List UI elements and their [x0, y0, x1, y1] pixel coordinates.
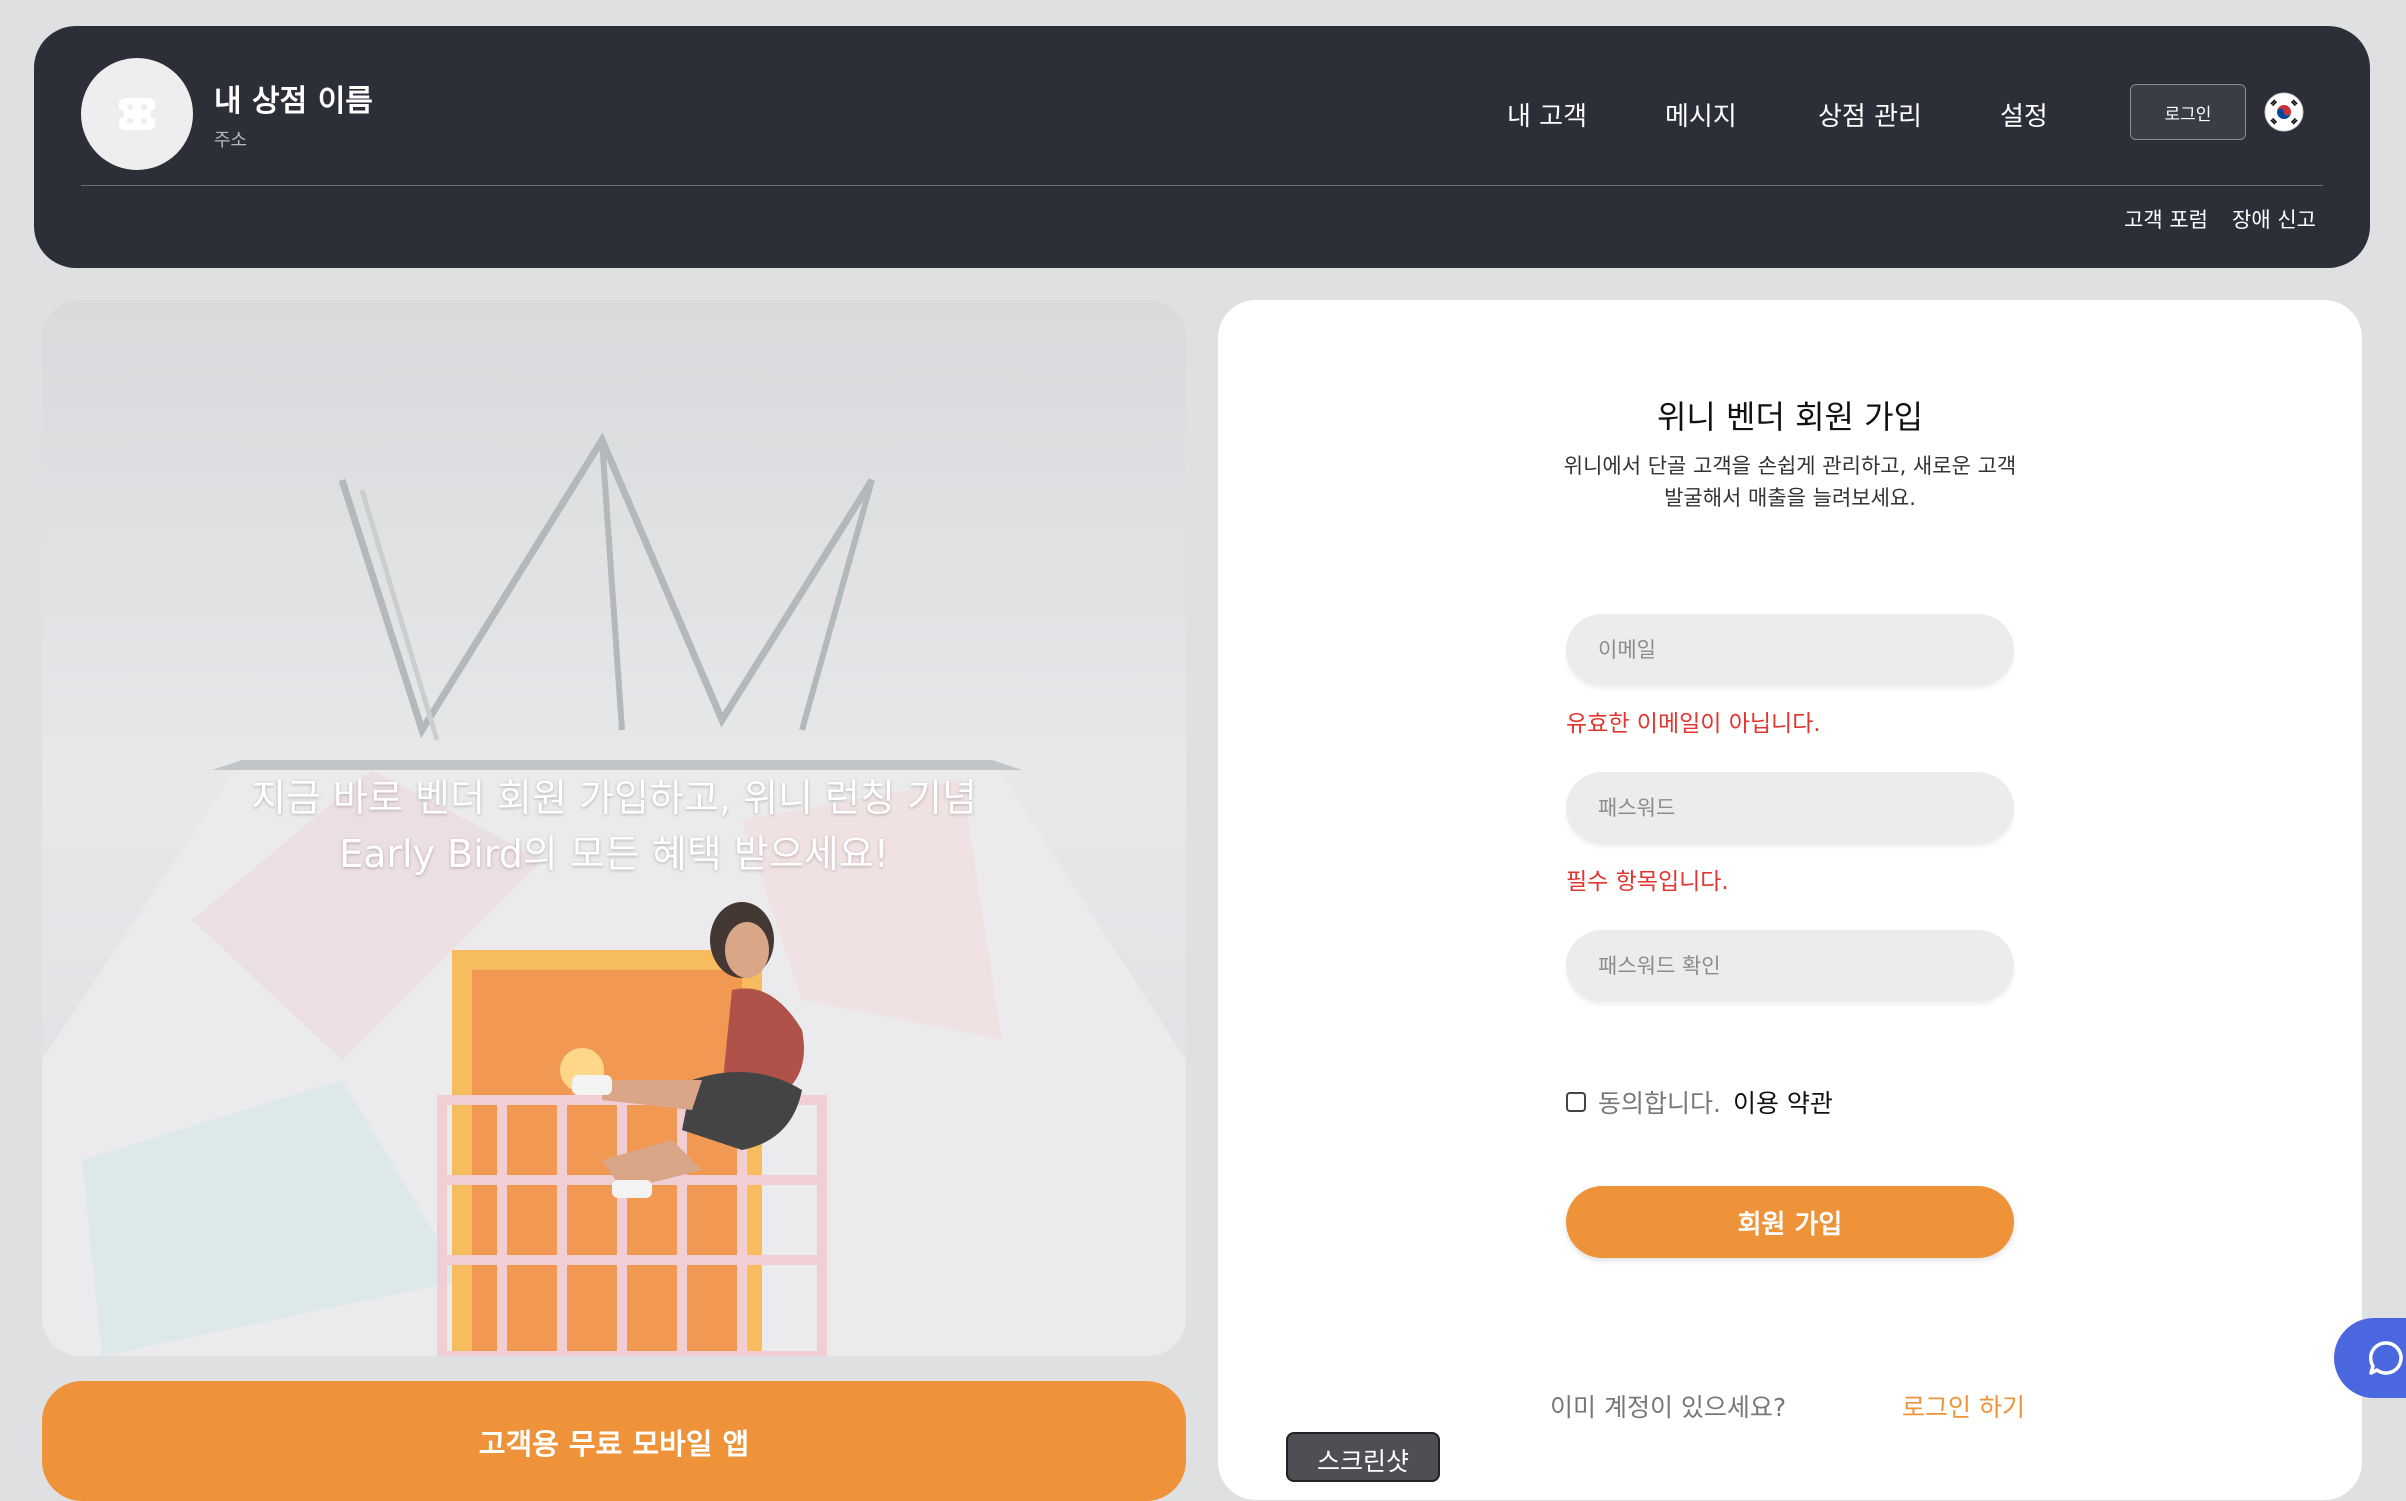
terms-checkbox[interactable]	[1566, 1092, 1586, 1112]
email-field[interactable]	[1566, 614, 2014, 686]
password-confirm-field[interactable]	[1566, 930, 2014, 1002]
nav-messages[interactable]: 메시지	[1665, 96, 1737, 133]
hero-banner: 지금 바로 벤더 회원 가입하고, 위니 런칭 기념 Early Bird의 모…	[42, 300, 1186, 1356]
have-account-text: 이미 계정이 있으세요?	[1550, 1393, 1787, 1422]
nav-store-management[interactable]: 상점 관리	[1818, 96, 1922, 133]
header-divider	[81, 185, 2323, 186]
store-name: 내 상점 이름	[214, 84, 373, 119]
free-mobile-app-label: 고객용 무료 모바일 앱	[478, 1427, 750, 1461]
nav-my-customers[interactable]: 내 고객	[1507, 96, 1587, 133]
agree-label: 동의합니다.	[1598, 1089, 1721, 1118]
store-address: 주소	[214, 130, 248, 151]
store-logo[interactable]	[81, 58, 193, 170]
signup-description-line1: 위니에서 단골 고객을 손쉽게 관리하고, 새로운 고객	[1563, 454, 2017, 478]
signup-panel: 위니 벤더 회원 가입 위니에서 단골 고객을 손쉽게 관리하고, 새로운 고객…	[1218, 300, 2362, 1500]
hero-headline-line2: Early Bird의 모든 혜택 받으세요!	[339, 832, 889, 876]
password-error: 필수 항목입니다.	[1566, 869, 1729, 895]
email-error: 유효한 이메일이 아닙니다.	[1566, 711, 1821, 737]
store-logo-icon	[115, 98, 159, 130]
report-issue-link[interactable]: 장애 신고	[2232, 204, 2316, 234]
password-field[interactable]	[1566, 772, 2014, 844]
signup-button[interactable]: 회원 가입	[1566, 1186, 2014, 1258]
signup-description: 위니에서 단골 고객을 손쉽게 관리하고, 새로운 고객 발굴해서 매출을 늘려…	[1528, 450, 2052, 514]
customer-forum-link[interactable]: 고객 포럼	[2124, 204, 2208, 234]
nav-settings[interactable]: 설정	[2000, 96, 2048, 133]
chat-button[interactable]	[2334, 1318, 2406, 1398]
free-mobile-app-button[interactable]: 고객용 무료 모바일 앱	[42, 1381, 1186, 1501]
terms-link[interactable]: 이용 약관	[1733, 1084, 1833, 1120]
korea-flag-icon[interactable]	[2264, 92, 2304, 132]
chat-bubble-icon	[2368, 1341, 2403, 1375]
hero-headline-line1: 지금 바로 벤더 회원 가입하고, 위니 런칭 기념	[251, 776, 977, 820]
signup-title: 위니 벤더 회원 가입	[1656, 398, 1924, 436]
hero-headline: 지금 바로 벤더 회원 가입하고, 위니 런칭 기념 Early Bird의 모…	[42, 770, 1186, 882]
screenshot-tab[interactable]: 스크린샷	[1286, 1432, 1440, 1482]
login-button[interactable]: 로그인	[2130, 84, 2246, 140]
signup-description-line2: 발굴해서 매출을 늘려보세요.	[1664, 486, 1916, 510]
login-link[interactable]: 로그인 하기	[1902, 1388, 2025, 1424]
top-header: 내 상점 이름 주소 내 고객 메시지 상점 관리 설정 로그인 고객 포럼 장…	[34, 26, 2370, 268]
terms-agree-row: 동의합니다. 이용 약관	[1566, 1082, 1833, 1122]
